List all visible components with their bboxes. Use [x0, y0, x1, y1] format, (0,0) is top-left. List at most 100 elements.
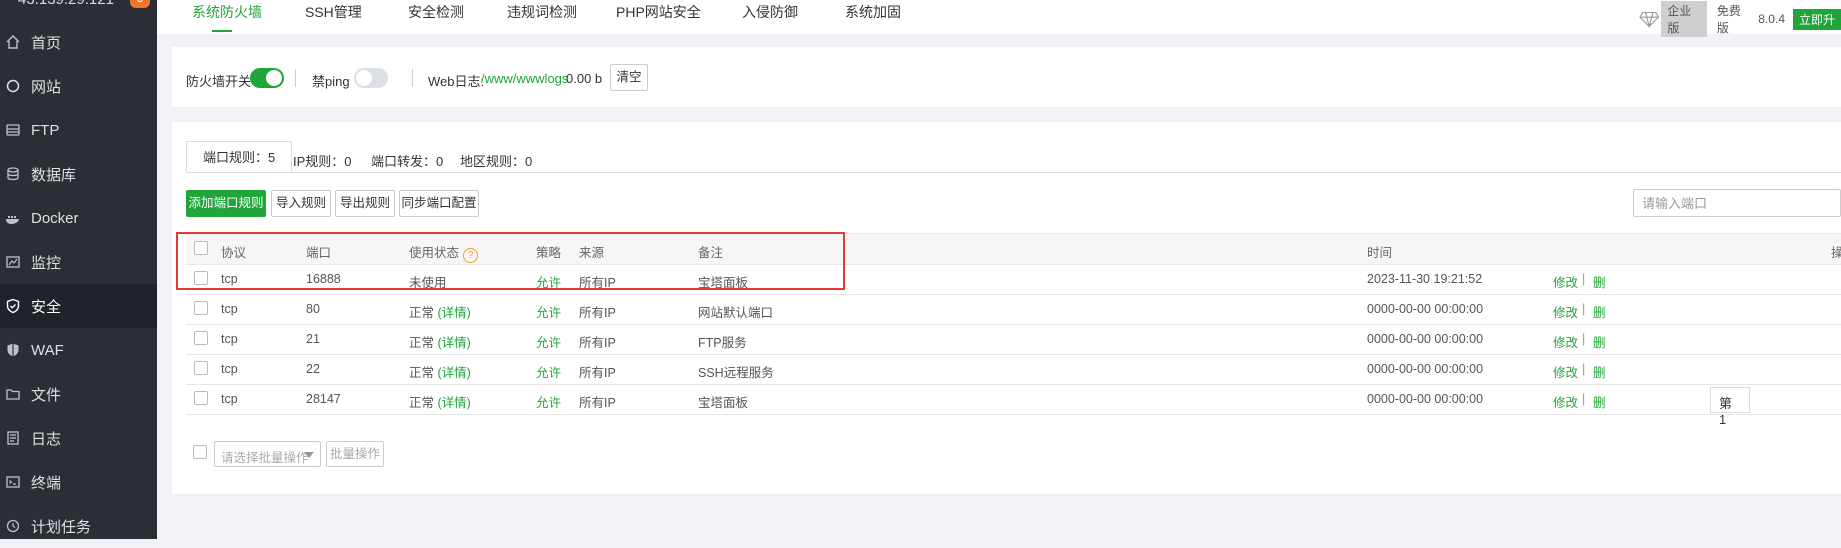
cell-protocol: tcp [221, 302, 238, 316]
cell-time: 0000-00-00 00:00:00 [1367, 362, 1484, 376]
enterprise-edition-label[interactable]: 企业版 [1661, 1, 1707, 37]
sidebar-item-ftp[interactable]: FTP [0, 108, 157, 152]
delete-link[interactable]: 删 [1593, 302, 1606, 321]
row-checkbox[interactable] [194, 301, 208, 315]
edit-link[interactable]: 修改 [1553, 272, 1578, 291]
edit-link[interactable]: 修改 [1553, 392, 1578, 411]
cell-port: 21 [306, 332, 320, 346]
sync-port-config-button[interactable]: 同步端口配置 [399, 190, 479, 217]
sidebar-item-terminal[interactable]: 终端 [0, 460, 157, 504]
web-log-size: 0.00 b [566, 71, 603, 86]
cell-source: 所有IP [579, 396, 616, 410]
header-port: 端口 [306, 246, 332, 260]
task-icon [5, 518, 21, 534]
tab-php-site-security[interactable]: PHP网站安全 [616, 2, 701, 22]
table-row: tcp 28147 正常 (详情) 允许 所有IP 宝塔面板 0000-00-0… [186, 384, 1841, 415]
firewall-switch-label: 防火墙开关 [186, 74, 252, 89]
cell-policy: 允许 [536, 366, 562, 380]
ping-block-toggle[interactable] [354, 68, 388, 88]
sidebar-item-files[interactable]: 文件 [0, 372, 157, 416]
status-detail-link[interactable]: (详情) [438, 396, 471, 410]
port-search-input[interactable] [1633, 189, 1841, 217]
tab-system-hardening[interactable]: 系统加固 [845, 2, 901, 22]
globe-icon [5, 78, 21, 94]
sidebar-item-security[interactable]: 安全 [0, 284, 157, 328]
free-edition-label: 免费版 [1716, 4, 1741, 35]
cell-protocol: tcp [221, 392, 238, 406]
batch-operation-button[interactable]: 批量操作 [326, 441, 384, 467]
sidebar-item-label: 文件 [31, 386, 62, 404]
sidebar-item-cron[interactable]: 计划任务 [0, 504, 157, 548]
help-icon[interactable]: ? [463, 248, 479, 263]
table-row: tcp 22 正常 (详情) 允许 所有IP SSH远程服务 0000-00-0… [186, 354, 1841, 385]
web-log-path-link[interactable]: /www/wwwlogs [481, 71, 568, 86]
tab-intrusion-defense[interactable]: 入侵防御 [742, 2, 798, 22]
batch-operation-select[interactable]: 请选择批量操作 [214, 441, 321, 467]
log-icon [5, 430, 21, 446]
cell-port: 16888 [306, 272, 341, 286]
notification-badge[interactable]: 3 [130, 0, 150, 8]
footer-select-all-checkbox[interactable] [193, 445, 207, 459]
cell-status: 正常 (详情) [409, 306, 471, 320]
cell-status: 正常 (详情) [409, 396, 471, 410]
sidebar-item-label: 监控 [31, 254, 62, 272]
status-detail-link[interactable]: (详情) [438, 306, 471, 320]
tab-violation-word-check[interactable]: 违规词检测 [507, 2, 577, 22]
sidebar-item-monitor[interactable]: 监控 [0, 240, 157, 284]
sidebar-item-label: Docker [31, 209, 79, 227]
import-rules-button[interactable]: 导入规则 [271, 190, 331, 217]
delete-link[interactable]: 删 [1593, 272, 1606, 291]
tab-system-firewall[interactable]: 系统防火墙 [192, 2, 262, 22]
tab-security-check[interactable]: 安全检测 [408, 2, 464, 22]
row-checkbox[interactable] [194, 391, 208, 405]
firewall-settings-panel: 防火墙开关 禁ping Web日志: /www/wwwlogs 0.00 b 清… [172, 47, 1841, 107]
status-detail-link[interactable]: (详情) [438, 336, 471, 350]
sidebar-item-label: 终端 [31, 474, 62, 492]
sidebar-item-docker[interactable]: Docker [0, 196, 157, 240]
edit-link[interactable]: 修改 [1553, 302, 1578, 321]
cell-note[interactable]: 宝塔面板 [698, 272, 748, 291]
pagination-current-page[interactable]: 第 1 [1710, 387, 1750, 427]
status-detail-link[interactable]: (详情) [438, 366, 471, 380]
active-tab-underline [212, 30, 232, 32]
delete-link[interactable]: 删 [1593, 362, 1606, 381]
cell-note[interactable]: FTP服务 [698, 332, 747, 351]
upgrade-button[interactable]: 立即升 [1793, 8, 1841, 30]
export-rules-button[interactable]: 导出规则 [335, 190, 395, 217]
header-time: 时间 [1367, 246, 1393, 260]
tab-region-rules[interactable]: 地区规则：0 [460, 151, 532, 170]
firewall-toggle[interactable] [250, 68, 284, 88]
tab-port-rules[interactable]: 端口规则：5 [186, 141, 293, 172]
cell-note[interactable]: 宝塔面板 [698, 392, 748, 411]
sidebar-item-waf[interactable]: WAF [0, 328, 157, 372]
cell-time: 0000-00-00 00:00:00 [1367, 332, 1484, 346]
cell-protocol: tcp [221, 332, 238, 346]
sidebar-item-database[interactable]: 数据库 [0, 152, 157, 196]
clear-log-button[interactable]: 清空 [610, 64, 648, 91]
row-checkbox[interactable] [194, 361, 208, 375]
cell-note[interactable]: 网站默认端口 [698, 302, 773, 321]
cell-source: 所有IP [579, 306, 616, 320]
tab-ip-rules[interactable]: IP规则：0 [293, 151, 352, 170]
server-ip[interactable]: 43.139.29.121 [18, 0, 114, 8]
sidebar-item-label: 网站 [31, 78, 62, 96]
edition-info: 企业版 免费版 8.0.4 立即升 [1639, 1, 1841, 37]
sidebar-item-website[interactable]: 网站 [0, 64, 157, 108]
edit-link[interactable]: 修改 [1553, 362, 1578, 381]
sidebar-item-label: 首页 [31, 34, 62, 52]
header-policy: 策略 [536, 246, 562, 260]
row-checkbox[interactable] [194, 331, 208, 345]
delete-link[interactable]: 删 [1593, 392, 1606, 411]
sidebar-item-home[interactable]: 首页 [0, 20, 157, 64]
home-icon [5, 34, 21, 50]
delete-link[interactable]: 删 [1593, 332, 1606, 351]
diamond-icon [1639, 11, 1660, 29]
select-all-checkbox[interactable] [194, 241, 208, 255]
edit-link[interactable]: 修改 [1553, 332, 1578, 351]
sidebar-item-logs[interactable]: 日志 [0, 416, 157, 460]
row-checkbox[interactable] [194, 271, 208, 285]
cell-note[interactable]: SSH远程服务 [698, 362, 774, 381]
tab-port-forwarding[interactable]: 端口转发：0 [371, 151, 443, 170]
add-port-rule-button[interactable]: 添加端口规则 [186, 190, 266, 217]
tab-ssh-management[interactable]: SSH管理 [305, 2, 362, 22]
